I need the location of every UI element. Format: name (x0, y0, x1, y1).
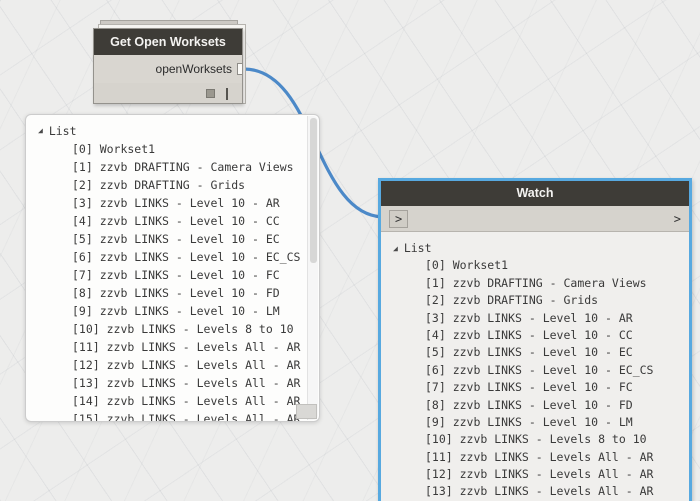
resize-grip[interactable] (296, 404, 317, 419)
list-item: [2] zzvb DRAFTING - Grids (393, 292, 679, 309)
list-item: [9] zzvb LINKS - Level 10 - LM (393, 414, 679, 431)
output-port-openworksets[interactable]: openWorksets (94, 55, 242, 83)
node-watch[interactable]: Watch > > ◢ List [0] Workset1[1] zzvb DR… (378, 178, 692, 501)
list-item: [13] zzvb LINKS - Levels All - AR (38, 374, 303, 392)
node-footer (94, 83, 242, 104)
watch-list: ◢ List [0] Workset1[1] zzvb DRAFTING - C… (381, 232, 689, 501)
node-get-open-worksets[interactable]: Get Open Worksets openWorksets (93, 28, 243, 104)
list-root[interactable]: ◢ List (393, 240, 679, 257)
list-item: [10] zzvb LINKS - Levels 8 to 10 (38, 320, 303, 338)
list-root-label: List (49, 122, 77, 140)
list-item: [15] zzvb LINKS - Levels All - AR (38, 410, 303, 421)
list-item: [14] zzvb LINKS - Levels All - AR (38, 392, 303, 410)
expander-icon[interactable]: ◢ (38, 122, 43, 140)
list-item: [7] zzvb LINKS - Level 10 - FC (393, 379, 679, 396)
output-port-label: openWorksets (156, 62, 232, 76)
list-item: [3] zzvb LINKS - Level 10 - AR (38, 194, 303, 212)
pin-icon[interactable] (226, 88, 228, 100)
port-connector-notch[interactable] (237, 63, 242, 75)
list-item: [8] zzvb LINKS - Level 10 - FD (393, 397, 679, 414)
dynamo-workspace[interactable]: { "colors": { "canvas_bg": "#ededec", "n… (0, 0, 700, 501)
list-item: [13] zzvb LINKS - Levels All - AR (393, 483, 679, 500)
list-item: [8] zzvb LINKS - Level 10 - FD (38, 284, 303, 302)
list-item: [2] zzvb DRAFTING - Grids (38, 176, 303, 194)
list-item: [4] zzvb LINKS - Level 10 - CC (393, 327, 679, 344)
node-title-get-open-worksets[interactable]: Get Open Worksets (94, 29, 242, 55)
scrollbar-thumb[interactable] (310, 118, 317, 263)
list-item: [11] zzvb LINKS - Levels All - AR (38, 338, 303, 356)
list-root[interactable]: ◢ List (38, 122, 303, 140)
preview-bubble[interactable]: ◢ List [0] Workset1[1] zzvb DRAFTING - C… (25, 114, 320, 422)
list-items: [0] Workset1[1] zzvb DRAFTING - Camera V… (393, 257, 679, 500)
list-item: [3] zzvb LINKS - Level 10 - AR (393, 310, 679, 327)
list-item: [1] zzvb DRAFTING - Camera Views (38, 158, 303, 176)
list-item: [9] zzvb LINKS - Level 10 - LM (38, 302, 303, 320)
preview-list: ◢ List [0] Workset1[1] zzvb DRAFTING - C… (26, 115, 319, 421)
list-item: [6] zzvb LINKS - Level 10 - EC_CS (38, 248, 303, 266)
watch-ports-row: > > (381, 206, 689, 232)
list-item: [0] Workset1 (393, 257, 679, 274)
list-item: [6] zzvb LINKS - Level 10 - EC_CS (393, 362, 679, 379)
scrollbar[interactable] (307, 116, 318, 420)
list-item: [12] zzvb LINKS - Levels All - AR (393, 466, 679, 483)
list-item: [4] zzvb LINKS - Level 10 - CC (38, 212, 303, 230)
list-item: [1] zzvb DRAFTING - Camera Views (393, 275, 679, 292)
list-root-label: List (404, 240, 432, 257)
list-item: [5] zzvb LINKS - Level 10 - EC (38, 230, 303, 248)
list-items: [0] Workset1[1] zzvb DRAFTING - Camera V… (38, 140, 303, 421)
list-item: [7] zzvb LINKS - Level 10 - FC (38, 266, 303, 284)
expander-icon[interactable]: ◢ (393, 240, 398, 258)
list-item: [12] zzvb LINKS - Levels All - AR (38, 356, 303, 374)
list-item: [0] Workset1 (38, 140, 303, 158)
watch-input-port[interactable]: > (389, 210, 408, 228)
watch-output-port[interactable]: > (674, 212, 681, 226)
list-item: [11] zzvb LINKS - Levels All - AR (393, 449, 679, 466)
preview-toggle-icon[interactable] (206, 89, 215, 98)
list-item: [10] zzvb LINKS - Levels 8 to 10 (393, 431, 679, 448)
node-title-watch[interactable]: Watch (381, 181, 689, 206)
list-item: [5] zzvb LINKS - Level 10 - EC (393, 344, 679, 361)
